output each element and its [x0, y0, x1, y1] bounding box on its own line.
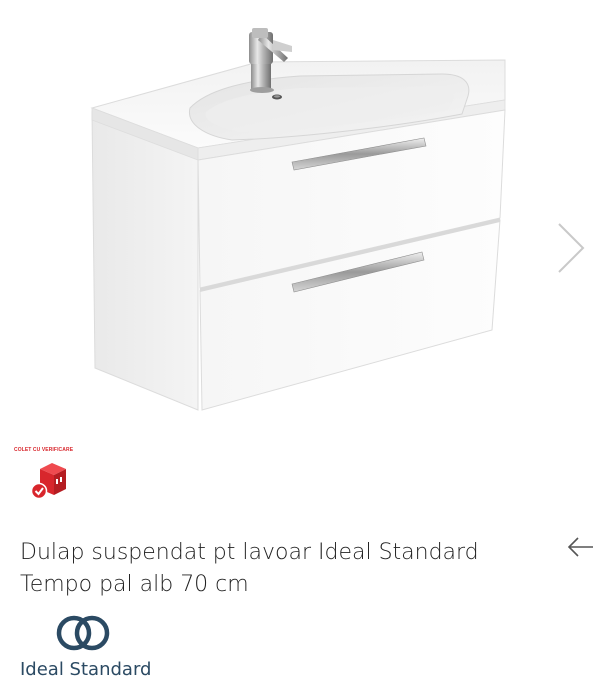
product-page: COLET CU VERIFICARE Dulap suspendat pt l…: [0, 0, 593, 700]
ideal-standard-logo-icon[interactable]: [52, 613, 114, 653]
package-check-icon: [30, 463, 66, 500]
chevron-right-icon[interactable]: [555, 220, 587, 276]
product-info: Dulap suspendat pt lavoar Ideal Standard…: [0, 517, 593, 700]
badge-label: COLET CU VERIFICARE: [14, 447, 74, 453]
verification-package-badge: COLET CU VERIFICARE: [14, 447, 94, 503]
brand-name[interactable]: Ideal Standard: [20, 659, 151, 680]
arrow-left-icon[interactable]: [566, 536, 593, 558]
product-title: Dulap suspendat pt lavoar Ideal Standard…: [20, 540, 479, 597]
product-image-gallery[interactable]: COLET CU VERIFICARE: [0, 0, 593, 517]
product-image: [90, 28, 506, 411]
